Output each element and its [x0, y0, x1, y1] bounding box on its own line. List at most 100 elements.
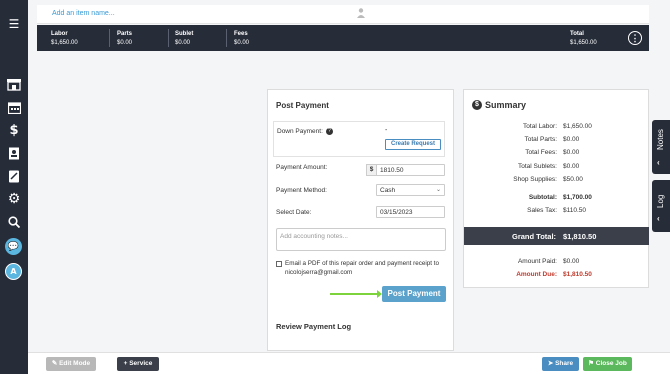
summary-row-value: $1,650.00 [563, 123, 592, 130]
summary-row-value: $0.00 [563, 136, 580, 143]
arrow-annotation [330, 290, 382, 298]
summary-row-value: $0.00 [563, 163, 580, 170]
total-label: Total [570, 31, 584, 37]
labor-total: Labor $1,650.00 [51, 30, 78, 48]
contacts-icon[interactable] [6, 145, 22, 161]
log-tab[interactable]: Log ‹ [652, 180, 670, 232]
add-service-button[interactable]: + Service [117, 357, 159, 371]
summary-row-value: $110.50 [563, 207, 587, 214]
divider [109, 29, 110, 47]
payment-method-value: Cash [380, 187, 396, 194]
fees-label: Fees [234, 31, 248, 37]
notes-tab[interactable]: Notes ‹ [652, 120, 670, 174]
notes-tab-label: Notes [656, 129, 665, 150]
email-pdf-checkbox[interactable] [276, 261, 282, 267]
inspection-icon-svg [9, 170, 19, 182]
chevron-down-icon: ⌄ [435, 187, 441, 193]
chevron-left-icon: ‹ [657, 158, 660, 167]
log-tab-label: Log [656, 194, 665, 208]
grand-total-label: Grand Total: [512, 232, 557, 241]
share-label: Share [555, 360, 574, 367]
parts-value: $0.00 [117, 40, 133, 46]
person-icon[interactable] [357, 8, 365, 18]
post-payment-button[interactable]: Post Payment [382, 286, 446, 302]
review-payment-log-title: Review Payment Log [276, 322, 352, 331]
accounting-notes-input[interactable]: Add accounting notes... [276, 228, 446, 251]
totals-bar: Labor $1,650.00 Parts $0.00 Sublet $0.00… [37, 25, 649, 51]
fees-total: Fees $0.00 [234, 30, 249, 48]
calendar-icon[interactable] [6, 99, 22, 115]
shop-icon-svg [7, 78, 21, 91]
amount-paid-value: $0.00 [563, 258, 580, 265]
add-item-input[interactable]: Add an item name... [52, 10, 115, 17]
calendar-icon-svg [7, 101, 21, 114]
edit-mode-button[interactable]: ✎ Edit Mode [46, 357, 96, 371]
create-request-button[interactable]: Create Request [385, 139, 441, 150]
parts-total: Parts $0.00 [117, 30, 132, 48]
payment-method-label: Payment Method: [276, 187, 327, 194]
payment-method-select[interactable]: Cash ⌄ [376, 184, 445, 196]
labor-label: Labor [51, 31, 68, 37]
payment-amount-label: Payment Amount: [276, 164, 328, 171]
parts-label: Parts [117, 31, 133, 37]
total-value: $1,650.00 [570, 40, 597, 46]
bottom-action-bar: ✎ Edit Mode + Service ➤ Share ⚑ Close Jo… [28, 352, 670, 374]
amount-due-label: Amount Due: [516, 271, 557, 278]
summary-row-label: Sales Tax: [527, 207, 557, 214]
fees-value: $0.00 [234, 40, 250, 46]
share-icon: ➤ [547, 360, 556, 367]
avatar[interactable]: A [5, 263, 22, 280]
amount-due-value: $1,810.50 [563, 271, 592, 278]
search-icon[interactable] [6, 214, 22, 230]
summary-title: $ Summary [472, 100, 526, 110]
pencil-icon: ✎ [51, 360, 60, 367]
summary-row-label: Subtotal: [528, 194, 557, 201]
shop-icon[interactable] [6, 76, 22, 92]
search-icon-svg [8, 216, 20, 228]
post-payment-title: Post Payment [276, 101, 329, 110]
dollar-circle-icon: $ [472, 100, 482, 110]
dollar-icon[interactable]: $ [6, 122, 22, 138]
down-payment-box: Down Payment:? - Create Request [273, 121, 445, 157]
summary-row-label: Total Sublets: [517, 163, 557, 170]
summary-row-value: $1,700.00 [563, 194, 592, 201]
down-payment-label-text: Down Payment: [277, 128, 323, 136]
edit-mode-label: Edit Mode [59, 360, 91, 367]
sublet-value: $0.00 [175, 40, 191, 46]
gear-icon[interactable]: ⚙ [6, 191, 22, 207]
select-date-label: Select Date: [276, 209, 312, 216]
close-job-label: Close Job [595, 360, 627, 367]
summary-title-text: Summary [485, 100, 527, 110]
summary-card: $ Summary Total Labor: $1,650.00 Total P… [463, 89, 649, 288]
divider [226, 29, 227, 47]
chat-icon[interactable]: 💬 [5, 238, 22, 255]
payment-amount-input[interactable]: 1810.50 [376, 164, 445, 176]
inspection-icon[interactable] [6, 168, 22, 184]
close-job-button[interactable]: ⚑ Close Job [583, 357, 632, 371]
summary-row-label: Total Parts: [524, 136, 557, 143]
chevron-left-icon: ‹ [657, 214, 660, 223]
summary-row-label: Total Fees: [525, 149, 557, 156]
grand-total-value: $1,810.50 [563, 232, 597, 241]
labor-value: $1,650.00 [51, 40, 78, 46]
grand-total-bar: Grand Total: $1,810.50 [464, 227, 649, 245]
add-item-row: Add an item name... [37, 5, 649, 24]
help-icon[interactable]: ? [325, 128, 333, 135]
contacts-icon-svg [9, 147, 19, 159]
sidebar: ☰ $ ⚙ 💬 A [0, 0, 28, 374]
email-pdf-label: Email a PDF of this repair order and pay… [285, 260, 439, 276]
flag-icon: ⚑ [588, 360, 596, 367]
sublet-label: Sublet [175, 31, 194, 37]
sublet-total: Sublet $0.00 [175, 30, 193, 48]
date-input[interactable]: 03/15/2023 [376, 206, 445, 218]
share-button[interactable]: ➤ Share [542, 357, 579, 371]
more-options-icon[interactable]: ⋮ [628, 31, 642, 45]
down-payment-label: Down Payment:? [277, 128, 333, 135]
summary-row-label: Total Labor: [523, 123, 557, 130]
post-payment-card: Post Payment Down Payment:? - Create Req… [267, 89, 454, 351]
summary-row-label: Shop Supplies: [513, 176, 557, 183]
amount-paid-label: Amount Paid: [517, 258, 557, 265]
grand-total: Total $1,650.00 [570, 30, 597, 48]
divider [168, 29, 169, 47]
hamburger-menu-icon[interactable]: ☰ [6, 16, 22, 32]
